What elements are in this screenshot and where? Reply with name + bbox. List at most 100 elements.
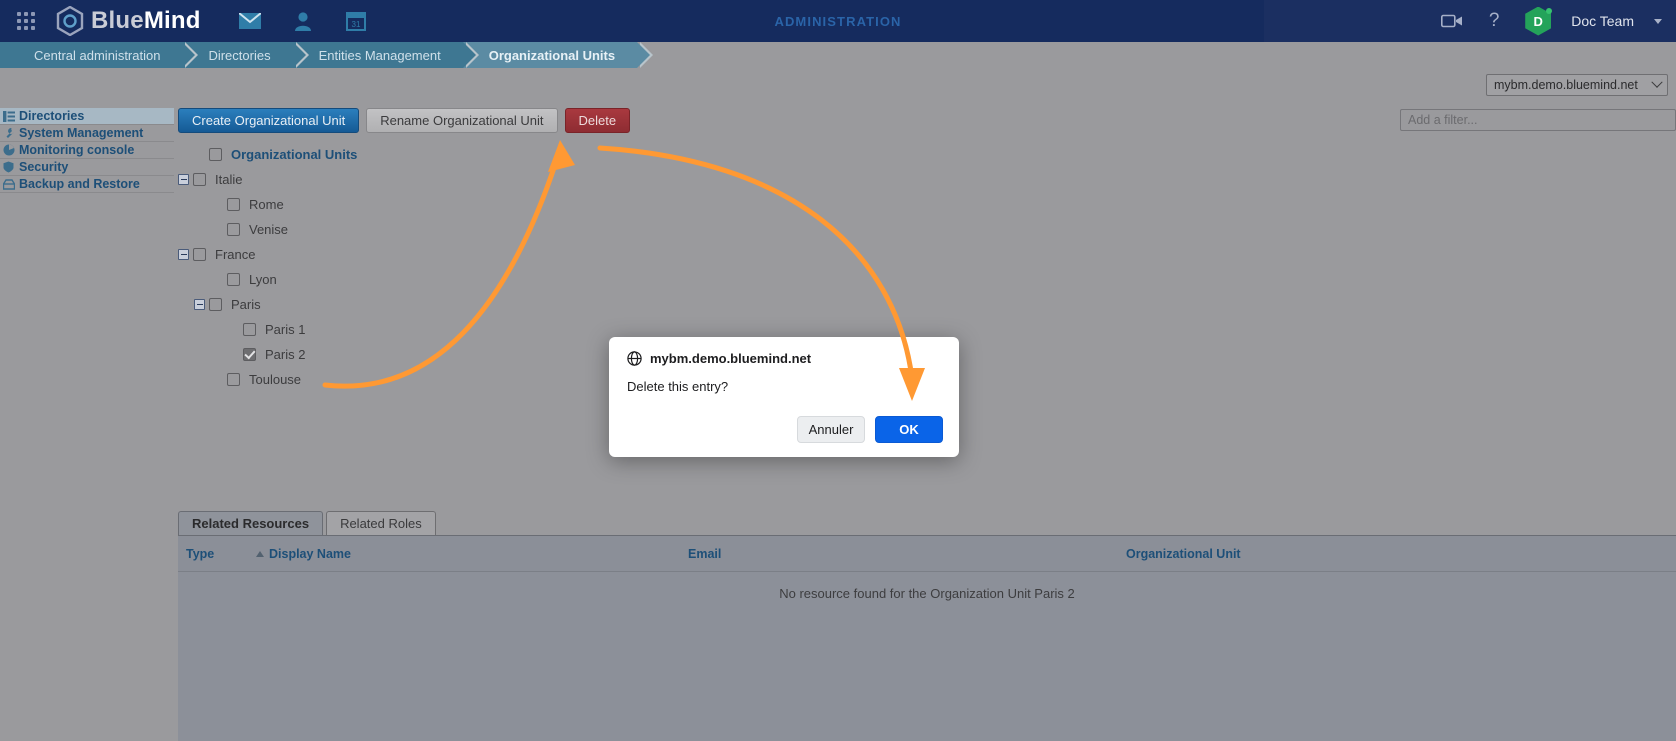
- help-icon[interactable]: ?: [1483, 10, 1505, 32]
- sidebar-item-label: Directories: [19, 109, 84, 123]
- tree-node-label: Paris 2: [265, 347, 305, 362]
- brand-text-mind: Mind: [144, 7, 201, 34]
- shield-icon: [2, 161, 15, 174]
- sidebar-item-label: Security: [19, 160, 68, 174]
- user-name-label[interactable]: Doc Team: [1571, 13, 1634, 29]
- organizational-units-tree: Organizational Units Italie Rome Venise …: [178, 142, 598, 392]
- list-icon: [2, 110, 15, 123]
- tree-node-label: Paris: [231, 297, 261, 312]
- tree-node-checkbox[interactable]: [193, 173, 206, 186]
- breadcrumb-item-central-administration[interactable]: Central administration: [0, 42, 182, 68]
- avatar[interactable]: D: [1525, 7, 1551, 36]
- tree-spacer: [212, 224, 223, 235]
- tree-node-label: Lyon: [249, 272, 277, 287]
- breadcrumb-item-directories[interactable]: Directories: [182, 42, 292, 68]
- tree-node-venise[interactable]: Venise: [178, 217, 598, 242]
- tree-node-checkbox[interactable]: [227, 223, 240, 236]
- collapse-minus-icon[interactable]: [178, 249, 189, 260]
- bottom-panel-tabs: Related Resources Related Roles: [178, 511, 436, 535]
- tree-node-lyon[interactable]: Lyon: [178, 267, 598, 292]
- breadcrumb: Central administration Directories Entit…: [0, 42, 637, 68]
- chevron-down-icon: [1651, 77, 1662, 88]
- sidebar-item-label: Backup and Restore: [19, 177, 140, 191]
- breadcrumb-item-entities-management[interactable]: Entities Management: [293, 42, 463, 68]
- table-header-row: Type Display Name Email Organizational U…: [178, 536, 1676, 572]
- sidebar-item-backup-and-restore[interactable]: Backup and Restore: [0, 176, 174, 193]
- tree-node-label: Paris 1: [265, 322, 305, 337]
- app-switcher-icons: 31: [237, 8, 369, 34]
- column-header-display-name[interactable]: Display Name: [256, 547, 688, 561]
- tab-related-roles[interactable]: Related Roles: [326, 511, 436, 535]
- delete-button[interactable]: Delete: [565, 108, 631, 133]
- tree-node-label: France: [215, 247, 255, 262]
- top-bar: BlueMind 31 ADMINISTRATION ? D: [0, 0, 1676, 42]
- tree-node-paris-2[interactable]: Paris 2: [178, 342, 598, 367]
- tree-node-italie[interactable]: Italie: [178, 167, 598, 192]
- calendar-icon[interactable]: 31: [343, 8, 369, 34]
- column-header-type[interactable]: Type: [178, 547, 256, 561]
- column-header-label: Email: [688, 547, 721, 561]
- bluemind-hexagon-logo-icon: [56, 6, 84, 36]
- pie-chart-icon: [2, 144, 15, 157]
- dialog-message: Delete this entry?: [609, 366, 959, 394]
- filter-input[interactable]: Add a filter...: [1400, 109, 1676, 131]
- ok-button[interactable]: OK: [875, 416, 943, 443]
- tree-node-label: Rome: [249, 197, 284, 212]
- rename-organizational-unit-button[interactable]: Rename Organizational Unit: [366, 108, 557, 133]
- collapse-minus-icon[interactable]: [194, 299, 205, 310]
- tree-spacer: [228, 324, 239, 335]
- tree-node-checkbox[interactable]: [227, 273, 240, 286]
- grid-apps-icon[interactable]: [14, 9, 38, 33]
- tree-node-organizational-units[interactable]: Organizational Units: [178, 142, 598, 167]
- tree-node-checkbox[interactable]: [227, 373, 240, 386]
- video-icon[interactable]: [1441, 10, 1463, 32]
- column-header-label: Type: [186, 547, 214, 561]
- column-header-label: Display Name: [269, 547, 351, 561]
- tree-spacer: [212, 274, 223, 285]
- tab-related-resources[interactable]: Related Resources: [178, 511, 323, 535]
- contacts-icon[interactable]: [290, 8, 316, 34]
- create-organizational-unit-button[interactable]: Create Organizational Unit: [178, 108, 359, 133]
- bluemind-admin-page: BlueMind 31 ADMINISTRATION ? D: [0, 0, 1676, 741]
- sort-ascending-icon: [256, 551, 264, 557]
- sidebar-item-label: Monitoring console: [19, 143, 134, 157]
- globe-icon: [627, 351, 642, 366]
- sidebar-item-security[interactable]: Security: [0, 159, 174, 176]
- sidebar-item-directories[interactable]: Directories: [0, 108, 174, 125]
- sidebar-item-system-management[interactable]: System Management: [0, 125, 174, 142]
- domain-select-value: mybm.demo.bluemind.net: [1494, 78, 1638, 92]
- breadcrumb-item-organizational-units[interactable]: Organizational Units: [463, 42, 637, 68]
- cancel-button[interactable]: Annuler: [797, 416, 865, 443]
- column-header-email[interactable]: Email: [688, 547, 1126, 561]
- tree-node-checkbox[interactable]: [243, 348, 256, 361]
- tree-spacer: [194, 149, 205, 160]
- brand-text: BlueMind: [91, 7, 201, 35]
- svg-text:31: 31: [351, 20, 360, 29]
- related-resources-panel: Type Display Name Email Organizational U…: [178, 535, 1676, 741]
- tree-node-checkbox[interactable]: [227, 198, 240, 211]
- archive-icon: [2, 178, 15, 191]
- tree-node-label: Toulouse: [249, 372, 301, 387]
- tree-node-france[interactable]: France: [178, 242, 598, 267]
- sidebar-item-monitoring-console[interactable]: Monitoring console: [0, 142, 174, 159]
- dialog-actions: Annuler OK: [797, 416, 943, 443]
- tree-node-paris-1[interactable]: Paris 1: [178, 317, 598, 342]
- domain-select[interactable]: mybm.demo.bluemind.net: [1486, 74, 1668, 96]
- sidebar-item-label: System Management: [19, 126, 143, 140]
- tree-node-checkbox[interactable]: [193, 248, 206, 261]
- column-header-organizational-unit[interactable]: Organizational Unit: [1126, 547, 1676, 561]
- chevron-down-icon[interactable]: [1654, 19, 1662, 24]
- brand-text-blue: Blue: [91, 7, 144, 34]
- tree-node-paris[interactable]: Paris: [178, 292, 598, 317]
- tree-node-label: Organizational Units: [231, 147, 357, 162]
- tree-node-rome[interactable]: Rome: [178, 192, 598, 217]
- presence-dot-icon: [1546, 8, 1552, 14]
- brand-logo-group[interactable]: BlueMind: [56, 6, 201, 36]
- tree-node-checkbox[interactable]: [209, 148, 222, 161]
- tree-node-toulouse[interactable]: Toulouse: [178, 367, 598, 392]
- collapse-minus-icon[interactable]: [178, 174, 189, 185]
- tree-node-checkbox[interactable]: [209, 298, 222, 311]
- tree-node-checkbox[interactable]: [243, 323, 256, 336]
- mail-icon[interactable]: [237, 8, 263, 34]
- tree-spacer: [228, 349, 239, 360]
